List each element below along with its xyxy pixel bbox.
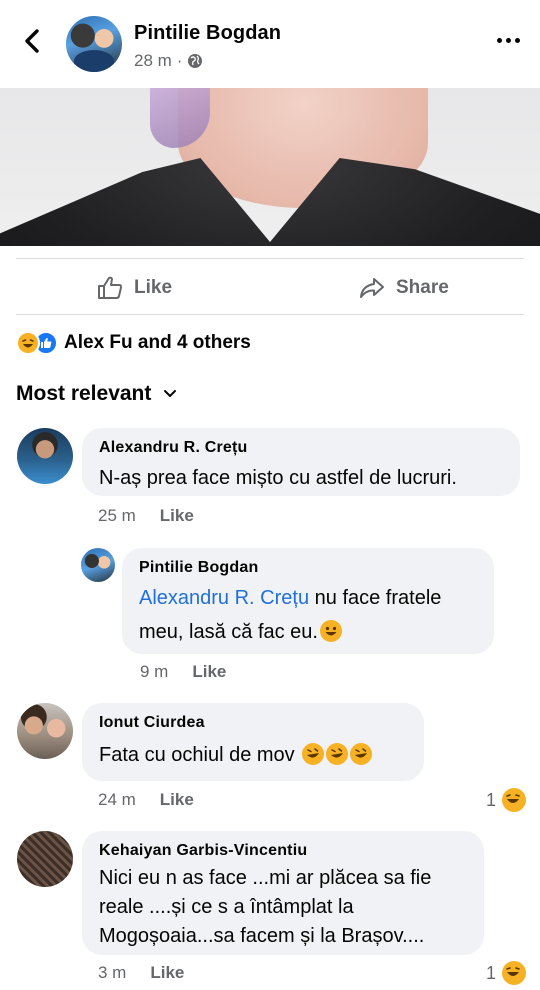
- post-header: Pintilie Bogdan 28 m ·: [0, 0, 540, 88]
- author-name[interactable]: Pintilie Bogdan: [134, 22, 281, 45]
- reply-text: Alexandru R. Crețu nu face fratele meu, …: [139, 581, 479, 649]
- comment-text: N-aș prea face mișto cu astfel de lucrur…: [99, 467, 457, 489]
- comment-author[interactable]: Kehaiyan Garbis-Vincentiu: [99, 842, 469, 860]
- comment-meta: 25 m Like: [98, 506, 194, 526]
- reactions-summary-text: Alex Fu and 4 others: [64, 332, 251, 353]
- share-arrow-icon: [360, 278, 384, 298]
- haha-reaction-icon: [502, 961, 526, 985]
- rofl-emoji-icon: [326, 743, 349, 765]
- reply-meta: 9 m Like: [140, 662, 226, 682]
- commenter-avatar[interactable]: [17, 831, 73, 887]
- mention-link[interactable]: Alexandru R. Crețu: [139, 587, 309, 609]
- rofl-emoji-icon: [350, 743, 373, 765]
- share-button[interactable]: Share: [358, 270, 449, 306]
- share-label: Share: [396, 277, 449, 298]
- reply-bubble: Pintilie Bogdan Alexandru R. Crețu nu fa…: [122, 548, 494, 654]
- more-dot: [515, 38, 520, 43]
- divider: [16, 314, 524, 315]
- reaction-count: 1: [485, 962, 496, 983]
- comment-time[interactable]: 3 m: [98, 963, 126, 983]
- globe-icon: [188, 54, 203, 68]
- more-dot: [497, 38, 502, 43]
- reply-author[interactable]: Pintilie Bogdan: [139, 559, 479, 577]
- comment-like-button[interactable]: Like: [150, 963, 184, 983]
- chevron-down-icon: [164, 390, 177, 397]
- comment-author[interactable]: Alexandru R. Crețu: [99, 439, 505, 457]
- more-dot: [506, 38, 511, 43]
- comment-bubble: Ionut Ciurdea Fata cu ochiul de mov: [82, 703, 424, 781]
- post-photo[interactable]: [0, 88, 540, 246]
- comment-like-button[interactable]: Like: [160, 506, 194, 526]
- comment-bubble: Alexandru R. Crețu N-aș prea face mișto …: [82, 428, 520, 496]
- divider: [16, 258, 524, 259]
- reply-avatar[interactable]: [81, 548, 115, 582]
- comment-bubble: Kehaiyan Garbis-Vincentiu Nici eu n as f…: [82, 831, 484, 955]
- comment-like-button[interactable]: Like: [160, 790, 194, 810]
- like-button[interactable]: Like: [96, 270, 172, 306]
- haha-reaction-icon: [16, 331, 40, 355]
- reply-like-button[interactable]: Like: [192, 662, 226, 682]
- comment-meta: 3 m Like: [98, 963, 184, 983]
- comment-meta: 24 m Like: [98, 790, 194, 810]
- commenter-avatar[interactable]: [17, 428, 73, 484]
- chevron-left-icon: [25, 29, 39, 53]
- like-label: Like: [134, 277, 173, 298]
- sort-label: Most relevant: [16, 382, 152, 405]
- comment-reaction-count[interactable]: 1: [486, 961, 526, 985]
- comment-author[interactable]: Ionut Ciurdea: [99, 714, 409, 732]
- commenter-avatar[interactable]: [17, 703, 73, 759]
- comment-sort-dropdown[interactable]: Most relevant: [16, 382, 177, 406]
- reactions-summary[interactable]: Alex Fu and 4 others: [16, 330, 251, 356]
- rofl-emoji-icon: [302, 743, 325, 765]
- smile-emoji-icon: [319, 620, 342, 642]
- comment-body: Fata cu ochiul de mov: [99, 744, 301, 766]
- comment-text: Fata cu ochiul de mov: [99, 740, 409, 770]
- author-avatar[interactable]: [66, 16, 122, 72]
- comment-reaction-count[interactable]: 1: [486, 788, 526, 812]
- haha-reaction-icon: [502, 788, 526, 812]
- meta-separator: ·: [176, 51, 183, 70]
- post-time[interactable]: 28 m: [134, 51, 172, 71]
- more-options-button[interactable]: [497, 38, 520, 43]
- thumbs-up-icon: [98, 276, 123, 299]
- back-button[interactable]: [18, 24, 48, 58]
- comment-time[interactable]: 25 m: [98, 506, 136, 526]
- comment-time[interactable]: 24 m: [98, 790, 136, 810]
- post-meta: 28 m ·: [134, 51, 203, 71]
- comment-text: Nici eu n as face ...mi ar plăcea sa fie…: [99, 867, 432, 947]
- reaction-count: 1: [485, 789, 496, 810]
- reply-time[interactable]: 9 m: [140, 662, 168, 682]
